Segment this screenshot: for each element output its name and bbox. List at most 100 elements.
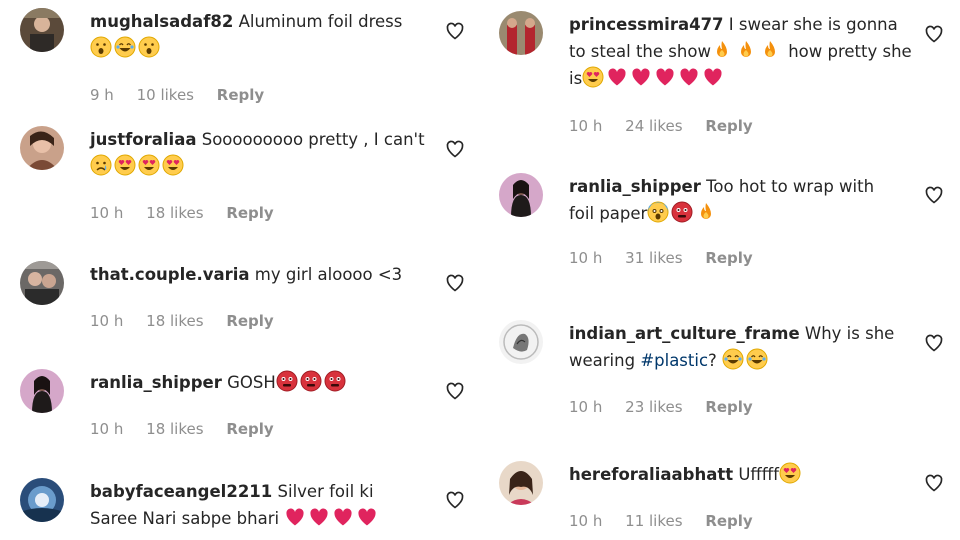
comment-likes[interactable]: 18 likes (146, 204, 203, 222)
comment-username[interactable]: ranlia_shipper (569, 177, 701, 196)
comment-body: GOSH (227, 373, 276, 392)
shocked-face-icon (138, 36, 160, 58)
reply-button[interactable]: Reply (217, 86, 264, 104)
heart-eyes-icon (138, 154, 160, 176)
comment-text: babyfaceangel2211 Silver foil ki Saree N… (90, 478, 425, 532)
comment-time: 10 h (90, 312, 124, 330)
avatar[interactable] (20, 478, 64, 522)
laughing-face-icon (722, 348, 744, 370)
comment-username[interactable]: indian_art_culture_frame (569, 324, 800, 343)
red-heart-icon (308, 506, 330, 528)
comment-username[interactable]: ranlia_shipper (90, 373, 222, 392)
comment-username[interactable]: babyfaceangel2211 (90, 482, 272, 501)
comment-likes[interactable]: 18 likes (146, 420, 203, 438)
avatar[interactable] (20, 8, 64, 52)
comment-time: 10 h (90, 204, 124, 222)
like-heart-icon[interactable] (924, 24, 944, 44)
comment-text: justforaliaa Sooooooooo pretty , I can't (90, 126, 425, 180)
red-heart-icon (356, 506, 378, 528)
like-heart-icon[interactable] (445, 21, 465, 41)
heart-eyes-icon (779, 462, 801, 484)
heart-eyes-icon (114, 154, 136, 176)
heart-eyes-icon (162, 154, 184, 176)
comment-text: mughalsadaf82 Aluminum foil dress (90, 8, 425, 62)
avatar[interactable] (20, 261, 64, 305)
red-heart-icon (630, 66, 652, 88)
flushed-red-face-icon (276, 370, 298, 392)
crying-face-icon (90, 154, 112, 176)
red-heart-icon (284, 506, 306, 528)
comment-username[interactable]: mughalsadaf82 (90, 12, 233, 31)
flushed-red-face-icon (324, 370, 346, 392)
comment-text: ranlia_shipper Too hot to wrap with foil… (569, 173, 904, 227)
comment-body: Ufffff (738, 465, 779, 484)
avatar[interactable] (499, 320, 543, 364)
comment-time: 10 h (569, 398, 603, 416)
red-heart-icon (654, 66, 676, 88)
comment-meta: 10 h 18 likes Reply (90, 312, 292, 330)
avatar[interactable] (499, 461, 543, 505)
comment-time: 9 h (90, 86, 114, 104)
comment-body: Sooooooooo pretty , I can't (201, 130, 425, 149)
like-heart-icon[interactable] (445, 273, 465, 293)
fire-icon (735, 39, 757, 61)
red-heart-icon (332, 506, 354, 528)
reply-button[interactable]: Reply (705, 398, 752, 416)
fire-icon (759, 39, 781, 61)
like-heart-icon[interactable] (924, 333, 944, 353)
red-heart-icon (606, 66, 628, 88)
like-heart-icon[interactable] (924, 473, 944, 493)
heart-eyes-icon (582, 66, 604, 88)
avatar[interactable] (499, 173, 543, 217)
comment-likes[interactable]: 10 likes (137, 86, 194, 104)
comment-meta: 10 h 24 likes Reply (569, 117, 771, 135)
comment-text: indian_art_culture_frame Why is she wear… (569, 320, 904, 374)
comment-body: Aluminum foil dress (238, 12, 403, 31)
reply-button[interactable]: Reply (705, 512, 752, 530)
hashtag-link[interactable]: #plastic (640, 351, 708, 370)
comment-text: ranlia_shipper GOSH (90, 369, 425, 396)
flushed-red-face-icon (671, 201, 693, 223)
comment-meta: 10 h 18 likes Reply (90, 420, 292, 438)
reply-button[interactable]: Reply (226, 312, 273, 330)
flushed-red-face-icon (300, 370, 322, 392)
comment-text: that.couple.varia my girl aloooo <3 (90, 261, 425, 288)
like-heart-icon[interactable] (445, 381, 465, 401)
reply-button[interactable]: Reply (705, 117, 752, 135)
comment-time: 10 h (569, 117, 603, 135)
fire-icon (711, 39, 733, 61)
comment-likes[interactable]: 18 likes (146, 312, 203, 330)
comment-time: 10 h (90, 420, 124, 438)
comment-meta: 9 h 10 likes Reply (90, 86, 282, 104)
reply-button[interactable]: Reply (226, 204, 273, 222)
avatar[interactable] (20, 126, 64, 170)
reply-button[interactable]: Reply (705, 249, 752, 267)
comment-time: 10 h (569, 249, 603, 267)
comment-likes[interactable]: 11 likes (625, 512, 682, 530)
red-heart-icon (702, 66, 724, 88)
like-heart-icon[interactable] (924, 185, 944, 205)
avatar[interactable] (20, 369, 64, 413)
shocked-face-icon (90, 36, 112, 58)
avatar[interactable] (499, 11, 543, 55)
comment-text: princessmira477 I swear she is gonna to … (569, 11, 914, 92)
reply-button[interactable]: Reply (226, 420, 273, 438)
comment-time: 10 h (569, 512, 603, 530)
comment-text: hereforaliaabhatt Ufffff (569, 461, 904, 488)
like-heart-icon[interactable] (445, 139, 465, 159)
laughing-face-icon (114, 36, 136, 58)
comment-username[interactable]: that.couple.varia (90, 265, 250, 284)
like-heart-icon[interactable] (445, 490, 465, 510)
comment-username[interactable]: justforaliaa (90, 130, 196, 149)
laughing-face-icon (746, 348, 768, 370)
comment-meta: 10 h 18 likes Reply (90, 204, 292, 222)
screaming-face-icon (647, 201, 669, 223)
comment-body-end: ? (708, 351, 717, 370)
comment-likes[interactable]: 23 likes (625, 398, 682, 416)
comment-likes[interactable]: 24 likes (625, 117, 682, 135)
comment-meta: 10 h 11 likes Reply (569, 512, 771, 530)
comment-likes[interactable]: 31 likes (625, 249, 682, 267)
comment-username[interactable]: princessmira477 (569, 15, 724, 34)
red-heart-icon (678, 66, 700, 88)
comment-username[interactable]: hereforaliaabhatt (569, 465, 733, 484)
